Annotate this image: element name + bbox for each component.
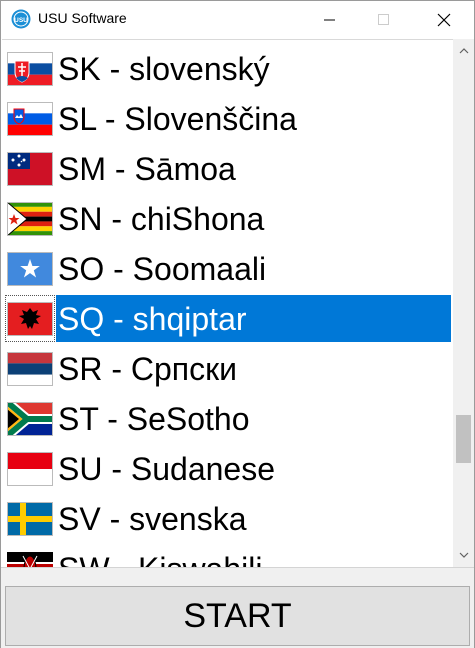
list-item-sw[interactable]: SW - Kiswahili — [2, 544, 453, 568]
list-item-so[interactable]: SO - Soomaali — [2, 244, 453, 294]
window-title: USU Software — [38, 10, 127, 26]
list-item-label: SO - Soomaali — [58, 251, 267, 287]
list-item-st[interactable]: ST - SeSotho — [2, 394, 453, 444]
kenya-flag-icon — [7, 552, 53, 568]
language-list[interactable]: SK - slovenský SL - Slovenščina SM - Sām… — [2, 39, 453, 568]
chevron-up-icon — [459, 48, 468, 54]
maximize-button[interactable] — [361, 1, 407, 39]
list-item-su[interactable]: SU - Sudanese — [2, 444, 453, 494]
samoa-flag-icon — [7, 152, 53, 186]
list-item-label: SU - Sudanese — [58, 451, 276, 487]
scroll-up-button[interactable] — [453, 41, 474, 61]
minimize-icon — [324, 19, 335, 21]
maximize-icon — [378, 14, 389, 25]
list-item-sk[interactable]: SK - slovenský — [2, 44, 453, 94]
footer-panel: START — [1, 567, 474, 648]
list-item-label: SK - slovenský — [58, 51, 270, 87]
albania-flag-icon — [7, 302, 53, 336]
list-item-label: SR - Српски — [58, 351, 237, 387]
list-item-sn[interactable]: SN - chiShona — [2, 194, 453, 244]
minimize-button[interactable] — [307, 1, 353, 39]
list-item-sl[interactable]: SL - Slovenščina — [2, 94, 453, 144]
list-item-label: SW - Kiswahili — [58, 550, 262, 568]
list-item-label: ST - SeSotho — [58, 401, 250, 437]
title-bar[interactable]: USU USU Software — [1, 1, 474, 39]
list-item-label: SV - svenska — [58, 501, 247, 537]
slovakia-flag-icon — [7, 52, 53, 86]
slovenia-flag-icon — [7, 102, 53, 136]
serbia-flag-icon — [7, 352, 53, 386]
list-item-label: SQ - shqiptar — [58, 301, 247, 337]
close-button[interactable] — [421, 1, 467, 39]
indonesia-flag-icon — [7, 452, 53, 486]
close-icon — [437, 13, 451, 27]
sweden-flag-icon — [7, 502, 53, 536]
somalia-flag-icon — [7, 252, 53, 286]
svg-text:USU: USU — [14, 17, 28, 24]
vertical-scrollbar[interactable] — [453, 39, 474, 567]
list-item-label: SL - Slovenščina — [58, 101, 297, 137]
zimbabwe-flag-icon — [7, 202, 53, 236]
list-item-label: SM - Sāmoa — [58, 151, 236, 187]
list-item-sv[interactable]: SV - svenska — [2, 494, 453, 544]
list-item-sm[interactable]: SM - Sāmoa — [2, 144, 453, 194]
chevron-down-icon — [459, 552, 468, 558]
scroll-down-button[interactable] — [453, 545, 474, 565]
list-item-label: SN - chiShona — [58, 201, 265, 237]
list-item-sq[interactable]: SQ - shqiptar — [2, 294, 453, 344]
app-window: USU USU Software SK - slovenský SL - Slo… — [0, 0, 475, 648]
scrollbar-thumb[interactable] — [456, 415, 471, 463]
south-africa-flag-icon — [7, 402, 53, 436]
start-button[interactable]: START — [5, 586, 470, 646]
list-item-sr[interactable]: SR - Српски — [2, 344, 453, 394]
usu-app-icon: USU — [11, 9, 31, 29]
